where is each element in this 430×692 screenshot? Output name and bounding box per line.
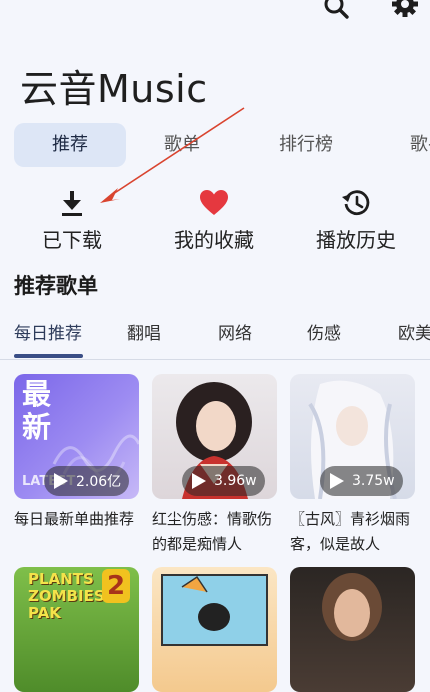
- downloaded-label: 已下载: [42, 228, 102, 252]
- history-button[interactable]: 播放历史: [306, 188, 406, 253]
- category-tab-network[interactable]: 网络: [218, 319, 252, 344]
- gear-icon[interactable]: [388, 0, 422, 22]
- tab-artists[interactable]: 歌手: [392, 123, 430, 167]
- section-title: 推荐歌单: [14, 274, 98, 298]
- playlist-card[interactable]: [152, 567, 277, 692]
- playlist-card[interactable]: 3.96w 红尘伤感：情歌伤的都是痴情人: [152, 374, 277, 557]
- play-count-badge[interactable]: 2.06亿: [44, 466, 130, 496]
- cover-badge: 2: [102, 569, 130, 603]
- play-icon: [192, 473, 206, 489]
- playlist-cover: [290, 567, 415, 692]
- history-label: 播放历史: [316, 228, 396, 252]
- play-count: 3.96w: [214, 473, 257, 489]
- play-count: 2.06亿: [76, 474, 122, 490]
- playlist-title: 每日最新单曲推荐: [14, 510, 135, 528]
- playlist-cover: PLANTS ZOMBIES PAK 2: [14, 567, 139, 692]
- download-icon: [56, 188, 88, 218]
- playlist-card[interactable]: 3.75w 〖古风〗青衫烟雨客，似是故人: [290, 374, 415, 557]
- playlist-cover: 3.75w: [290, 374, 415, 499]
- playlist-card[interactable]: [290, 567, 415, 692]
- playlist-card[interactable]: PLANTS ZOMBIES PAK 2: [14, 567, 139, 692]
- play-count-badge[interactable]: 3.96w: [182, 466, 265, 496]
- playlist-title: 〖古风〗青衫烟雨客，似是故人: [290, 510, 411, 553]
- play-count-badge[interactable]: 3.75w: [320, 466, 403, 496]
- playlist-card[interactable]: 最 新 LATEST 2.06亿 每日最新单曲推荐: [14, 374, 139, 532]
- category-tab-daily[interactable]: 每日推荐: [14, 319, 82, 344]
- play-count: 3.75w: [352, 473, 395, 489]
- history-icon: [340, 188, 372, 218]
- category-tab-western[interactable]: 欧美: [398, 319, 430, 344]
- annotation-arrow-icon: [100, 107, 245, 203]
- tab-label: 排行榜: [279, 134, 333, 155]
- playlist-cover: [152, 567, 277, 692]
- favorites-label: 我的收藏: [174, 228, 254, 252]
- playlist-cover: 3.96w: [152, 374, 277, 499]
- playlist-title: 红尘伤感：情歌伤的都是痴情人: [152, 510, 273, 553]
- tab-label: 推荐: [52, 134, 88, 155]
- category-underline: [14, 354, 83, 358]
- category-tab-cover[interactable]: 翻唱: [127, 319, 161, 344]
- tab-charts[interactable]: 排行榜: [250, 123, 362, 167]
- tab-label: 歌手: [410, 134, 430, 155]
- play-icon: [330, 473, 344, 489]
- playlist-cover: 最 新 LATEST 2.06亿: [14, 374, 139, 499]
- category-divider: [0, 359, 430, 360]
- category-tab-sad[interactable]: 伤感: [307, 319, 341, 344]
- play-icon: [54, 473, 68, 489]
- search-icon[interactable]: [320, 0, 354, 22]
